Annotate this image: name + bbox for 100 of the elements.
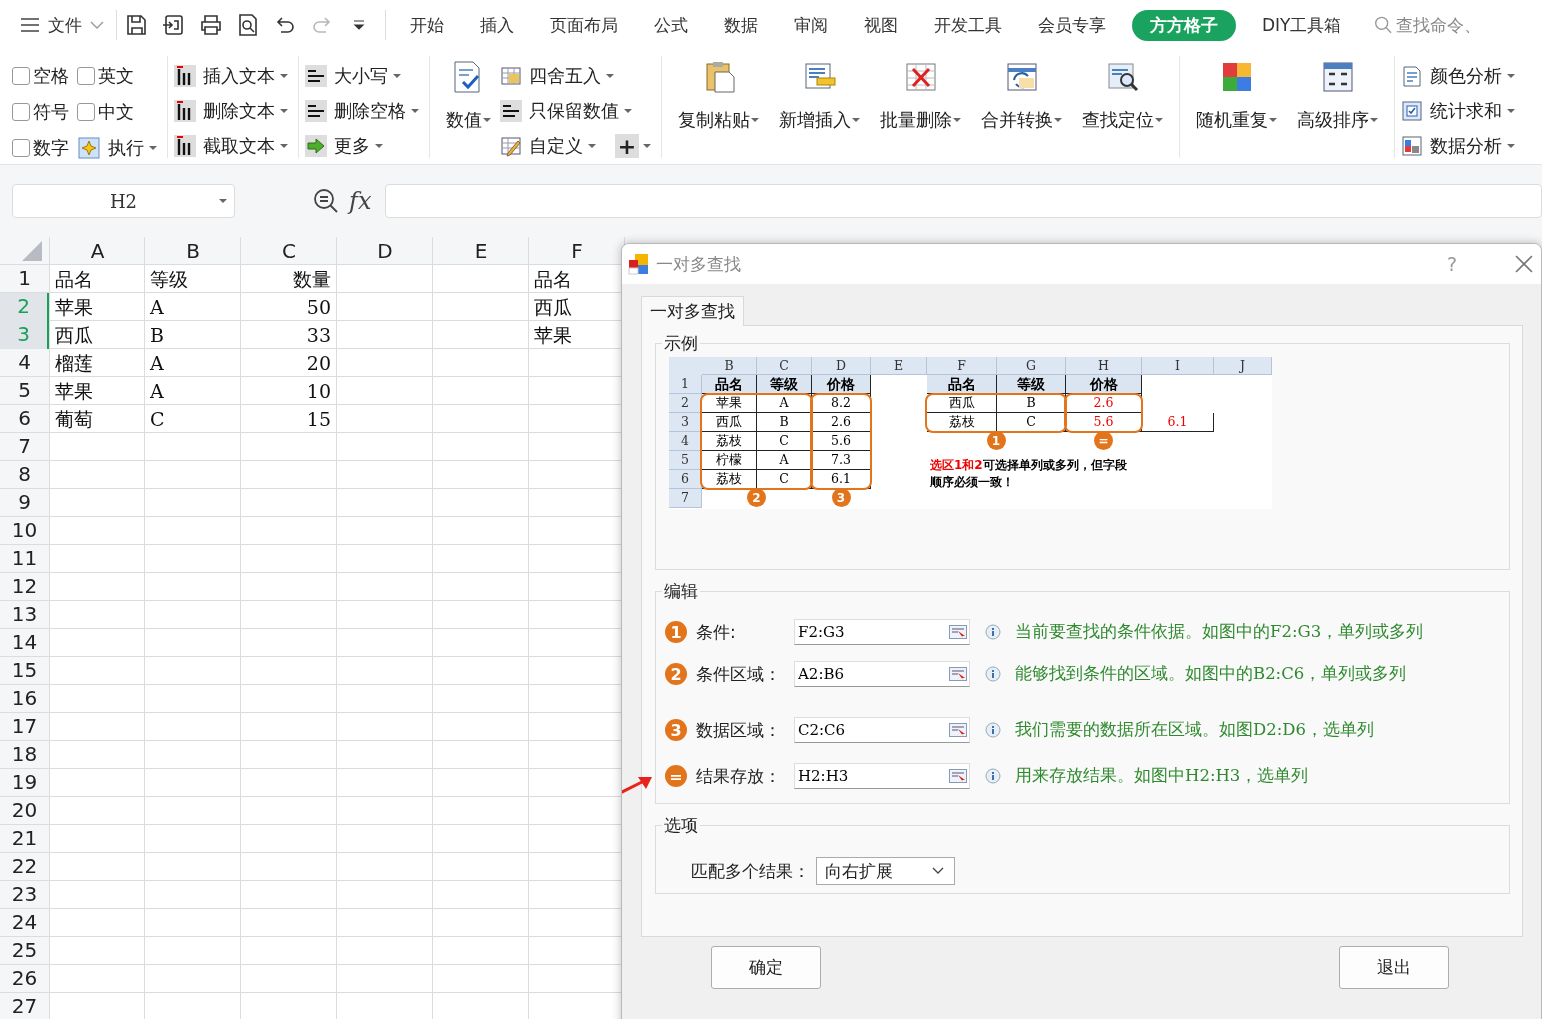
ribbon-tab[interactable]: 会员专享 (1020, 9, 1124, 41)
row-header[interactable]: 21 (0, 825, 49, 853)
row-header[interactable]: 20 (0, 797, 49, 825)
caret-icon[interactable] (588, 143, 596, 149)
ribbon-tab[interactable]: 插入 (462, 9, 532, 41)
row-header[interactable]: 5 (0, 377, 49, 405)
ribbon-button[interactable]: 查找定位 (1072, 58, 1173, 164)
ribbon-button[interactable]: 插入文本 (174, 58, 292, 94)
caret-icon[interactable] (1054, 117, 1062, 123)
caret-icon[interactable] (1507, 143, 1515, 150)
dialog-button[interactable]: 确定 (711, 946, 821, 989)
dropdown[interactable]: 向右扩展 (816, 857, 955, 885)
column-header[interactable]: F (529, 237, 625, 265)
row-header[interactable]: 13 (0, 601, 49, 629)
range-picker-icon[interactable] (949, 625, 967, 639)
dialog-button[interactable]: 退出 (1339, 946, 1449, 989)
caret-icon[interactable] (280, 108, 288, 114)
ribbon-button[interactable]: 高级排序 (1287, 58, 1388, 164)
row-header[interactable]: 19 (0, 769, 49, 797)
caret-icon[interactable] (606, 72, 614, 79)
close-icon[interactable] (1513, 253, 1535, 275)
caret-icon[interactable] (1155, 117, 1163, 123)
print-icon[interactable] (199, 13, 223, 37)
caret-icon[interactable] (280, 143, 288, 150)
row-header[interactable]: 1 (0, 265, 49, 293)
ribbon-button[interactable]: 合并转换 (971, 58, 1072, 164)
caret-icon[interactable] (1507, 108, 1515, 114)
ribbon-button[interactable]: 四舍五入 (500, 58, 655, 93)
range-picker-icon[interactable] (949, 769, 967, 783)
preview-icon[interactable] (236, 13, 260, 37)
row-header[interactable]: 9 (0, 489, 49, 517)
ribbon-button[interactable]: 新增插入 (769, 58, 870, 164)
row-header[interactable]: 14 (0, 629, 49, 657)
ribbon-button[interactable]: 数据分析 (1401, 128, 1519, 164)
file-menu[interactable]: 文件 (48, 13, 82, 37)
zoom-icon[interactable] (313, 188, 339, 214)
search-icon[interactable] (1373, 14, 1393, 36)
caret-icon[interactable] (1269, 117, 1277, 123)
row-header[interactable]: 23 (0, 881, 49, 909)
row-header[interactable]: 25 (0, 937, 49, 965)
column-header[interactable]: A (50, 237, 145, 265)
chevron-icon[interactable] (90, 20, 104, 30)
caret-icon[interactable] (624, 107, 632, 114)
row-header[interactable]: 26 (0, 965, 49, 993)
ribbon-tab[interactable]: DIY工具箱 (1244, 9, 1360, 41)
name-box[interactable]: H2 (12, 184, 235, 218)
row-header[interactable]: 11 (0, 545, 49, 573)
row-header[interactable]: 17 (0, 713, 49, 741)
ribbon-button[interactable]: 颜色分析 (1401, 58, 1519, 94)
caret-icon[interactable] (751, 117, 759, 123)
row-header[interactable]: 12 (0, 573, 49, 601)
column-header[interactable]: B (145, 237, 241, 265)
ribbon-tab[interactable]: 开发工具 (916, 9, 1020, 41)
ribbon-button[interactable]: 大小写 (305, 58, 423, 94)
caret-icon[interactable] (643, 143, 651, 149)
save-icon[interactable] (125, 13, 149, 37)
caret-icon[interactable] (852, 117, 860, 123)
caret-icon[interactable] (482, 117, 491, 123)
column-header[interactable]: E (433, 237, 529, 265)
caret-icon[interactable] (411, 108, 419, 114)
ribbon-button[interactable]: 更多 (305, 128, 423, 164)
ribbon-tab[interactable]: 视图 (846, 9, 916, 41)
checkbox[interactable]: 符号 (12, 94, 69, 130)
range-field[interactable]: A2:B6 (794, 661, 970, 687)
dialog-tab[interactable]: 一对多查找 (641, 296, 744, 326)
row-header[interactable]: 22 (0, 853, 49, 881)
caret-icon[interactable] (953, 117, 961, 123)
row-header[interactable]: 4 (0, 349, 49, 377)
column-header[interactable]: D (337, 237, 433, 265)
column-header[interactable]: C (241, 237, 337, 265)
checkbox[interactable]: 数字 (12, 130, 69, 164)
caret-icon[interactable] (149, 145, 157, 151)
ribbon-tab[interactable]: 公式 (636, 9, 706, 41)
range-field[interactable]: H2:H3 (794, 763, 970, 789)
checkbox[interactable]: 英文 (77, 58, 161, 94)
checkbox[interactable]: 空格 (12, 58, 69, 94)
function-label[interactable]: fx (349, 187, 372, 215)
ribbon-button[interactable]: 自定义 (500, 128, 600, 164)
caret-icon[interactable] (1507, 72, 1515, 79)
ribbon-button[interactable]: 复制粘贴 (668, 58, 769, 164)
search-field[interactable]: 查找命令、 (1394, 14, 1542, 36)
menu-icon[interactable] (20, 17, 40, 33)
caret-icon[interactable] (1370, 117, 1378, 123)
ribbon-button[interactable]: 截取文本 (174, 128, 292, 164)
row-header[interactable]: 7 (0, 433, 49, 461)
row-header[interactable]: 6 (0, 405, 49, 433)
ribbon-button[interactable]: 只保留数值 (500, 93, 655, 128)
range-field[interactable]: F2:G3 (794, 619, 970, 645)
ribbon-button[interactable]: 统计求和 (1401, 93, 1519, 129)
row-header[interactable]: 16 (0, 685, 49, 713)
range-picker-icon[interactable] (949, 723, 967, 737)
row-header[interactable]: 10 (0, 517, 49, 545)
row-header[interactable]: 24 (0, 909, 49, 937)
row-header[interactable]: 15 (0, 657, 49, 685)
range-field[interactable]: C2:C6 (794, 717, 970, 743)
caret-icon[interactable] (219, 198, 227, 204)
row-header[interactable]: 18 (0, 741, 49, 769)
ribbon-button[interactable]: 执行 (77, 130, 161, 164)
ribbon-tab[interactable]: 审阅 (776, 9, 846, 41)
ribbon-button[interactable]: 删除文本 (174, 93, 292, 129)
